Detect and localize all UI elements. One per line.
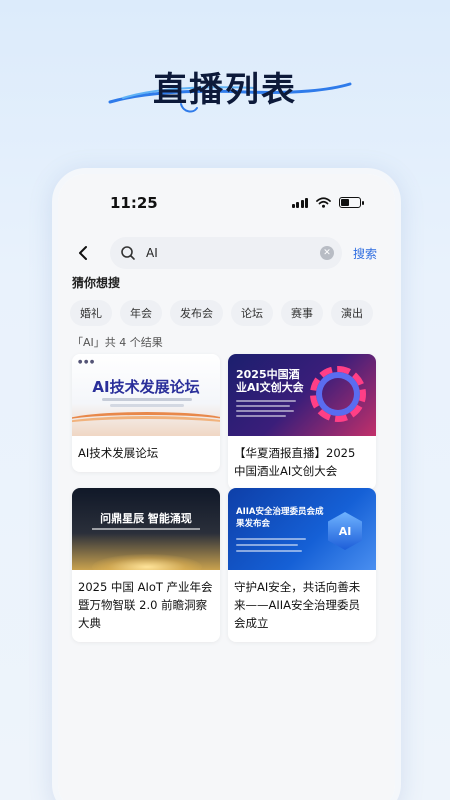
thumbnail-title: 问鼎星辰 智能涌现: [100, 512, 192, 525]
live-card-title: 守护AI安全，共话向善未来——AIIA安全治理委员会成立: [234, 580, 361, 630]
live-card[interactable]: ● ● ● AI技术发展论坛 AI技术发展论坛: [72, 354, 220, 472]
live-card[interactable]: AIIA安全治理委员会成果发布会 AI 守护AI安全，共话向善未来——AIIA安…: [228, 488, 376, 642]
search-button[interactable]: 搜索: [353, 245, 377, 262]
tag-item[interactable]: 婚礼: [70, 300, 112, 326]
live-card[interactable]: 问鼎星辰 智能涌现 2025 中国 AIoT 产业年会暨万物智联 2.0 前瞻洞…: [72, 488, 220, 642]
result-count: 「AI」共 4 个结果: [72, 336, 163, 349]
search-icon: [121, 246, 135, 260]
search-query[interactable]: AI: [146, 246, 320, 260]
phone-mockup: 11:25 AI ✕ 搜索 猜你想搜 婚礼 年会 发布会 论坛 赛事 演出 「A…: [52, 168, 401, 800]
live-card-title: 【华夏酒报直播】2025 中国酒业AI文创大会: [234, 446, 356, 478]
tag-item[interactable]: 演出: [331, 300, 373, 326]
live-thumbnail: 问鼎星辰 智能涌现: [72, 488, 220, 570]
tag-item[interactable]: 论坛: [231, 300, 273, 326]
live-thumbnail: ● ● ● AI技术发展论坛: [72, 354, 220, 436]
chevron-left-icon: [79, 246, 87, 260]
status-time: 11:25: [110, 194, 158, 212]
live-card-title: AI技术发展论坛: [78, 446, 159, 460]
ai-badge-icon: AI: [328, 512, 362, 550]
search-input[interactable]: AI ✕: [110, 237, 342, 269]
live-thumbnail: 2025中国酒业AI文创大会: [228, 354, 376, 436]
tag-item[interactable]: 发布会: [170, 300, 223, 326]
battery-icon: [339, 197, 364, 208]
back-button[interactable]: [72, 238, 94, 268]
thumbnail-title: 2025中国酒业AI文创大会: [236, 368, 304, 394]
signal-icon: [291, 197, 308, 208]
thumbnail-title: AI技术发展论坛: [92, 378, 200, 396]
status-bar: 11:25: [58, 194, 395, 216]
live-card-title: 2025 中国 AIoT 产业年会暨万物智联 2.0 前瞻洞察大典: [78, 580, 213, 630]
guess-title: 猜你想搜: [72, 276, 121, 290]
clear-search-button[interactable]: ✕: [320, 246, 334, 260]
live-card[interactable]: 2025中国酒业AI文创大会 【华夏酒报直播】2025 中国酒业AI文创大会: [228, 354, 376, 490]
wifi-icon: [316, 197, 331, 208]
suggested-tags: 婚礼 年会 发布会 论坛 赛事 演出: [70, 300, 373, 326]
hero-title: 直播列表: [153, 70, 297, 110]
tag-item[interactable]: 年会: [120, 300, 162, 326]
live-thumbnail: AIIA安全治理委员会成果发布会 AI: [228, 488, 376, 570]
thumbnail-title: AIIA安全治理委员会成果发布会: [236, 507, 324, 529]
tag-item[interactable]: 赛事: [281, 300, 323, 326]
